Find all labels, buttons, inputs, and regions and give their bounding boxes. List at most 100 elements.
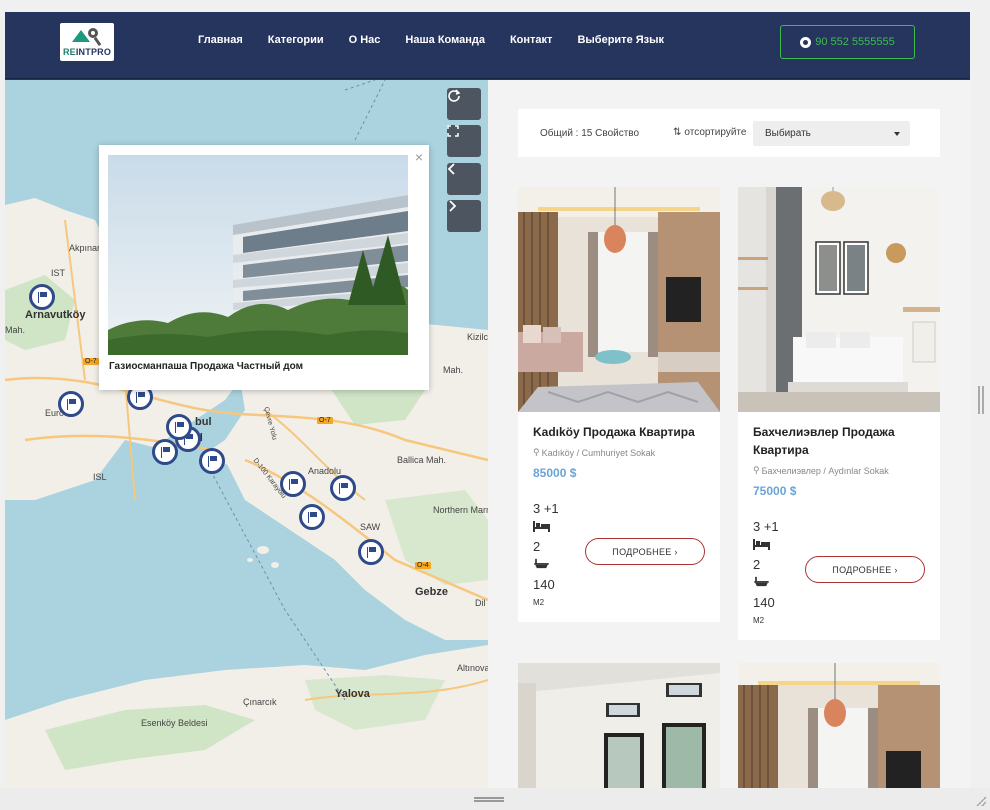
refresh-icon[interactable] <box>447 88 481 120</box>
flag-icon <box>135 392 145 403</box>
map-label: Dil <box>475 598 486 608</box>
vertical-resize-handle[interactable] <box>978 386 984 414</box>
nav-team[interactable]: Наша Команда <box>405 34 485 46</box>
map-label: Çınarcık <box>243 697 277 707</box>
road-label: O-4 <box>415 562 431 569</box>
site-header: REINTPRO Главная Категории О Нас Наша Ко… <box>5 12 970 79</box>
rooms-count: 3 +1 <box>753 519 779 534</box>
property-image[interactable] <box>738 187 940 412</box>
property-listing: Общий : 15 Свойство ⇅ отсортируйте Выбир… <box>488 80 970 788</box>
property-location: ⚲ Бахчелиэвлер / Aydınlar Sokak <box>753 465 889 476</box>
flag-icon <box>66 399 76 410</box>
close-icon[interactable]: × <box>415 149 423 165</box>
bed-icon <box>753 539 770 550</box>
property-marker[interactable] <box>280 471 306 497</box>
map-label: IST <box>51 268 66 278</box>
flag-icon <box>338 483 348 494</box>
flag-icon <box>207 456 217 467</box>
flag-icon <box>160 447 170 458</box>
sort-label: ⇅ отсортируйте <box>673 127 747 138</box>
area-value: 140 <box>533 577 555 592</box>
total-count: Общий : 15 Свойство <box>540 128 640 139</box>
property-popup[interactable]: × Газиосманпаша Продажа Частный дом <box>99 145 429 390</box>
flag-icon <box>288 479 298 490</box>
property-price: 75000 $ <box>753 484 797 498</box>
map-pin-icon: ⚲ <box>533 447 540 457</box>
flag-icon <box>174 422 184 433</box>
map-label: Mah. <box>443 365 464 375</box>
map-label: Yalova <box>335 688 370 700</box>
nav-categories[interactable]: Категории <box>268 34 324 46</box>
property-marker[interactable] <box>58 391 84 417</box>
property-location: ⚲ Kadıköy / Cumhuriyet Sokak <box>533 447 656 458</box>
map-label: Gebze <box>415 586 449 598</box>
map-label: bul <box>195 416 212 428</box>
map-label: Ballica Mah. <box>397 455 447 465</box>
map-label: Altınova <box>457 663 488 673</box>
whatsapp-icon <box>800 36 812 48</box>
flag-icon <box>307 512 317 523</box>
map-view[interactable]: Akpınar IST Arnavutköy Mah. Kizilc Mah. … <box>5 80 488 788</box>
property-image[interactable] <box>738 663 940 788</box>
property-marker[interactable] <box>166 414 192 440</box>
property-marker[interactable] <box>152 439 178 465</box>
property-image[interactable] <box>518 663 720 788</box>
property-card[interactable]: Бахчелиэвлер Продажа Квартира ⚲ Бахчелиэ… <box>738 187 940 640</box>
map-label: Arnavutköy <box>25 309 86 321</box>
area-unit: M2 <box>753 616 765 625</box>
house-key-icon <box>70 27 104 46</box>
flag-icon <box>37 292 47 303</box>
chevron-left-icon[interactable] <box>447 163 481 195</box>
browser-viewport: REINTPRO Главная Категории О Нас Наша Ко… <box>5 12 970 788</box>
bed-icon <box>533 521 550 532</box>
property-image[interactable] <box>518 187 720 412</box>
map-label: ISL <box>93 472 107 482</box>
popup-title[interactable]: Газиосманпаша Продажа Частный дом <box>109 361 303 372</box>
road-label: O-7 <box>317 417 333 424</box>
details-button[interactable]: ПОДРОБНЕЕ › <box>585 538 705 565</box>
property-card[interactable] <box>738 663 940 788</box>
rooms-count: 3 +1 <box>533 501 559 516</box>
property-card[interactable]: Kadıköy Продажа Квартира ⚲ Kadıköy / Cum… <box>518 187 720 622</box>
map-label: Akpınar <box>69 243 101 253</box>
nav-contact[interactable]: Контакт <box>510 34 552 46</box>
road-label: O-7 <box>83 358 99 365</box>
nav-about[interactable]: О Нас <box>349 34 381 46</box>
property-title[interactable]: Kadıköy Продажа Квартира <box>533 423 713 441</box>
horizontal-resize-handle[interactable] <box>474 797 504 802</box>
property-marker[interactable] <box>299 504 325 530</box>
logo-text: REINTPRO <box>62 46 112 57</box>
sort-select[interactable]: Выбирать <box>753 121 910 146</box>
property-marker[interactable] <box>330 475 356 501</box>
area-unit: M2 <box>533 598 545 607</box>
map-label: Anadolu <box>308 466 342 476</box>
bath-icon <box>534 558 549 569</box>
main-nav: Главная Категории О Нас Наша Команда Кон… <box>198 34 689 46</box>
nav-language[interactable]: Выберите Язык <box>577 34 664 46</box>
property-price: 85000 $ <box>533 466 577 480</box>
details-button[interactable]: ПОДРОБНЕЕ › <box>805 556 925 583</box>
site-logo[interactable]: REINTPRO <box>60 23 114 61</box>
whatsapp-phone-button[interactable]: 90 552 5555555 <box>780 25 915 59</box>
property-marker[interactable] <box>199 448 225 474</box>
fullscreen-icon[interactable] <box>447 125 481 157</box>
map-pin-icon: ⚲ <box>753 465 760 475</box>
sort-icon: ⇅ <box>673 127 682 138</box>
area-value: 140 <box>753 595 775 610</box>
property-title[interactable]: Бахчелиэвлер Продажа Квартира <box>753 423 933 459</box>
bath-icon <box>754 576 769 587</box>
phone-number: 90 552 5555555 <box>815 36 895 48</box>
map-label: Esenköy Beldesi <box>141 718 208 728</box>
property-marker[interactable] <box>358 539 384 565</box>
property-card[interactable] <box>518 663 720 788</box>
flag-icon <box>366 547 376 558</box>
map-label: Northern Marm <box>433 505 488 515</box>
corner-resize-handle[interactable] <box>976 796 986 806</box>
popup-property-image[interactable] <box>108 155 408 355</box>
map-label: Mah. <box>5 325 26 335</box>
nav-home[interactable]: Главная <box>198 34 243 46</box>
beds-count: 2 <box>533 539 541 554</box>
property-marker[interactable] <box>29 284 55 310</box>
map-label: SAW <box>360 522 381 532</box>
chevron-right-icon[interactable] <box>447 200 481 232</box>
